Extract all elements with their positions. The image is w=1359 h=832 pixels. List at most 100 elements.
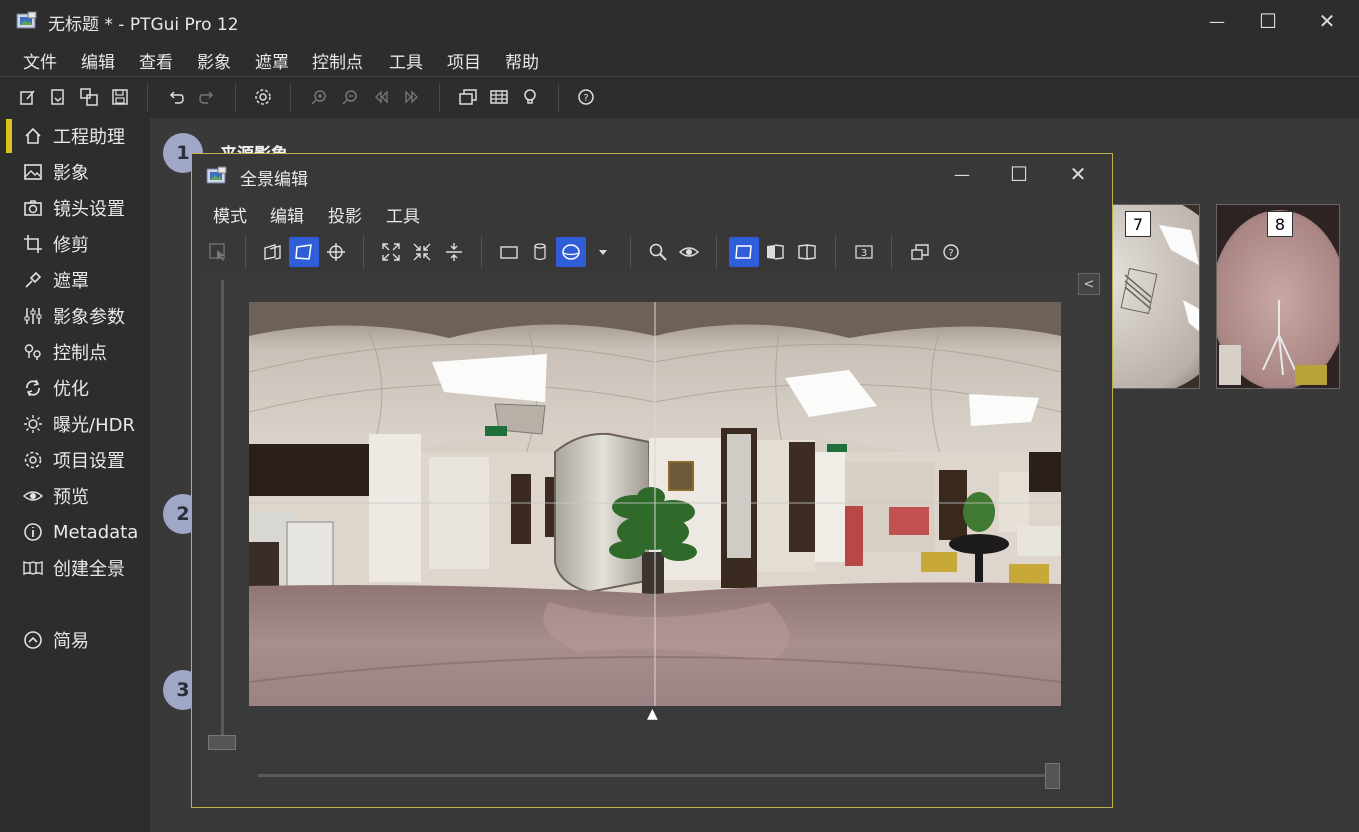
sidebar-item-project-assistant[interactable]: 工程助理 <box>0 119 150 153</box>
preview-button[interactable] <box>674 237 704 267</box>
help-icon: ? <box>578 89 594 105</box>
close-button[interactable]: ✕ <box>1312 6 1342 36</box>
dialog-help-button[interactable]: ? <box>936 237 966 267</box>
open-template-button[interactable] <box>78 86 100 108</box>
new-project-button[interactable] <box>17 86 39 108</box>
collapse-panel-button[interactable]: < <box>1078 273 1100 295</box>
select-tool-button[interactable] <box>203 237 233 267</box>
crosshair-button[interactable] <box>321 237 351 267</box>
dialog-minimize-button[interactable]: — <box>947 159 977 189</box>
simple-mode-toggle[interactable]: 简易 <box>0 623 150 657</box>
maximize-button[interactable]: ☐ <box>1253 6 1283 36</box>
panorama-window-icon <box>911 244 929 260</box>
cylindrical-projection-button[interactable] <box>525 237 555 267</box>
sidebar-item-images[interactable]: 影象 <box>0 155 150 189</box>
sidebar-item-control-points[interactable]: 控制点 <box>0 335 150 369</box>
info-icon <box>22 521 44 543</box>
panorama-editor-button[interactable] <box>457 86 479 108</box>
image-thumbnail-8[interactable]: 8 <box>1216 204 1340 389</box>
undo-icon <box>169 91 184 104</box>
lightbulb-button[interactable] <box>519 86 541 108</box>
free-transform-button[interactable] <box>289 237 319 267</box>
image-thumbnail-7[interactable]: 7 <box>1110 204 1200 389</box>
redo-button[interactable] <box>196 86 218 108</box>
horizontal-fov-slider-handle[interactable] <box>1045 763 1060 789</box>
sidebar-item-optimize[interactable]: 优化 <box>0 371 150 405</box>
image-numbers-button[interactable]: 3 <box>849 237 879 267</box>
help-icon: ? <box>943 244 959 260</box>
menu-view[interactable]: 查看 <box>139 48 173 73</box>
rectilinear-view-button[interactable] <box>729 237 759 267</box>
window-title: 无标题 * - PTGui Pro 12 <box>48 15 239 35</box>
next-button[interactable] <box>401 86 423 108</box>
undo-button[interactable] <box>165 86 187 108</box>
dialog-maximize-button[interactable]: ☐ <box>1004 159 1034 189</box>
save-button[interactable] <box>109 86 131 108</box>
sidebar-item-image-parameters[interactable]: 影象参数 <box>0 299 150 333</box>
sidebar-item-project-settings[interactable]: 项目设置 <box>0 443 150 477</box>
dialog-menu-edit[interactable]: 编辑 <box>270 202 304 227</box>
sidebar-item-exposure-hdr[interactable]: 曝光/HDR <box>0 407 150 441</box>
sidebar-item-label: 镜头设置 <box>53 199 125 220</box>
sidebar-item-lens-settings[interactable]: 镜头设置 <box>0 191 150 225</box>
book-view-button[interactable] <box>792 237 822 267</box>
sidebar-item-label: 遮罩 <box>53 271 89 292</box>
panorama-editor-icon <box>459 89 477 105</box>
previous-button[interactable] <box>370 86 392 108</box>
close-icon: ✕ <box>1069 162 1087 186</box>
menu-mask[interactable]: 遮罩 <box>255 48 289 73</box>
home-icon <box>22 125 44 147</box>
half-view-button[interactable] <box>760 237 790 267</box>
title-bar[interactable]: 无标题 * - PTGui Pro 12 — ☐ ✕ <box>0 0 1359 42</box>
menu-images[interactable]: 影象 <box>197 48 231 73</box>
menu-tools[interactable]: 工具 <box>389 48 423 73</box>
rectangular-projection-button[interactable] <box>494 237 524 267</box>
menu-edit[interactable]: 编辑 <box>81 48 115 73</box>
projection-dropdown-button[interactable] <box>588 237 618 267</box>
zoom-out-button[interactable] <box>339 86 361 108</box>
sidebar-item-label: 修剪 <box>53 235 89 256</box>
move-panorama-button[interactable] <box>258 237 288 267</box>
menu-control-points[interactable]: 控制点 <box>312 48 363 73</box>
panorama-editor-app-icon <box>206 166 227 184</box>
book-view-icon <box>798 244 816 260</box>
fit-panorama-button[interactable] <box>376 237 406 267</box>
menu-bar: 文件 编辑 查看 影象 遮罩 控制点 工具 项目 帮助 <box>0 42 1359 76</box>
spherical-projection-button[interactable] <box>556 237 586 267</box>
vertical-fov-slider-handle[interactable] <box>208 735 236 750</box>
menu-help[interactable]: 帮助 <box>505 48 539 73</box>
panorama-image <box>249 302 1061 706</box>
panorama-window-button[interactable] <box>905 237 935 267</box>
rectangular-projection-icon <box>500 246 518 259</box>
sidebar-item-mask[interactable]: 遮罩 <box>0 263 150 297</box>
zoom-tool-button[interactable] <box>643 237 673 267</box>
panorama-preview[interactable] <box>249 302 1061 706</box>
sidebar-item-metadata[interactable]: Metadata <box>0 515 150 549</box>
sidebar-item-label: 影象 <box>53 163 89 184</box>
table-button[interactable] <box>488 86 510 108</box>
vertical-fov-slider-track[interactable] <box>221 280 224 740</box>
sidebar-item-crop[interactable]: 修剪 <box>0 227 150 261</box>
horizontal-fov-slider-track[interactable] <box>258 774 1052 777</box>
sidebar-item-create-panorama[interactable]: 创建全景 <box>0 551 150 585</box>
dialog-menu-mode[interactable]: 模式 <box>213 202 247 227</box>
panorama-editor-dialog: 全景编辑 — ☐ ✕ 模式 编辑 投影 工具 3 ? < ▲ <box>191 153 1113 808</box>
straighten-button[interactable] <box>439 237 469 267</box>
panorama-icon <box>22 557 44 579</box>
open-project-button[interactable] <box>47 86 69 108</box>
zoom-in-button[interactable] <box>308 86 330 108</box>
menu-file[interactable]: 文件 <box>23 48 57 73</box>
settings-button[interactable] <box>252 86 274 108</box>
dialog-close-button[interactable]: ✕ <box>1063 159 1093 189</box>
menu-project[interactable]: 项目 <box>447 48 481 73</box>
previous-icon <box>375 90 388 104</box>
dialog-menu-tools[interactable]: 工具 <box>386 202 420 227</box>
dialog-menu-projection[interactable]: 投影 <box>328 202 362 227</box>
minimize-button[interactable]: — <box>1202 6 1232 36</box>
center-panorama-button[interactable] <box>407 237 437 267</box>
maximize-icon: ☐ <box>1259 9 1277 33</box>
sidebar-item-preview[interactable]: 预览 <box>0 479 150 513</box>
center-marker-icon[interactable]: ▲ <box>647 706 658 722</box>
help-button[interactable]: ? <box>575 86 597 108</box>
optimize-icon <box>22 377 44 399</box>
